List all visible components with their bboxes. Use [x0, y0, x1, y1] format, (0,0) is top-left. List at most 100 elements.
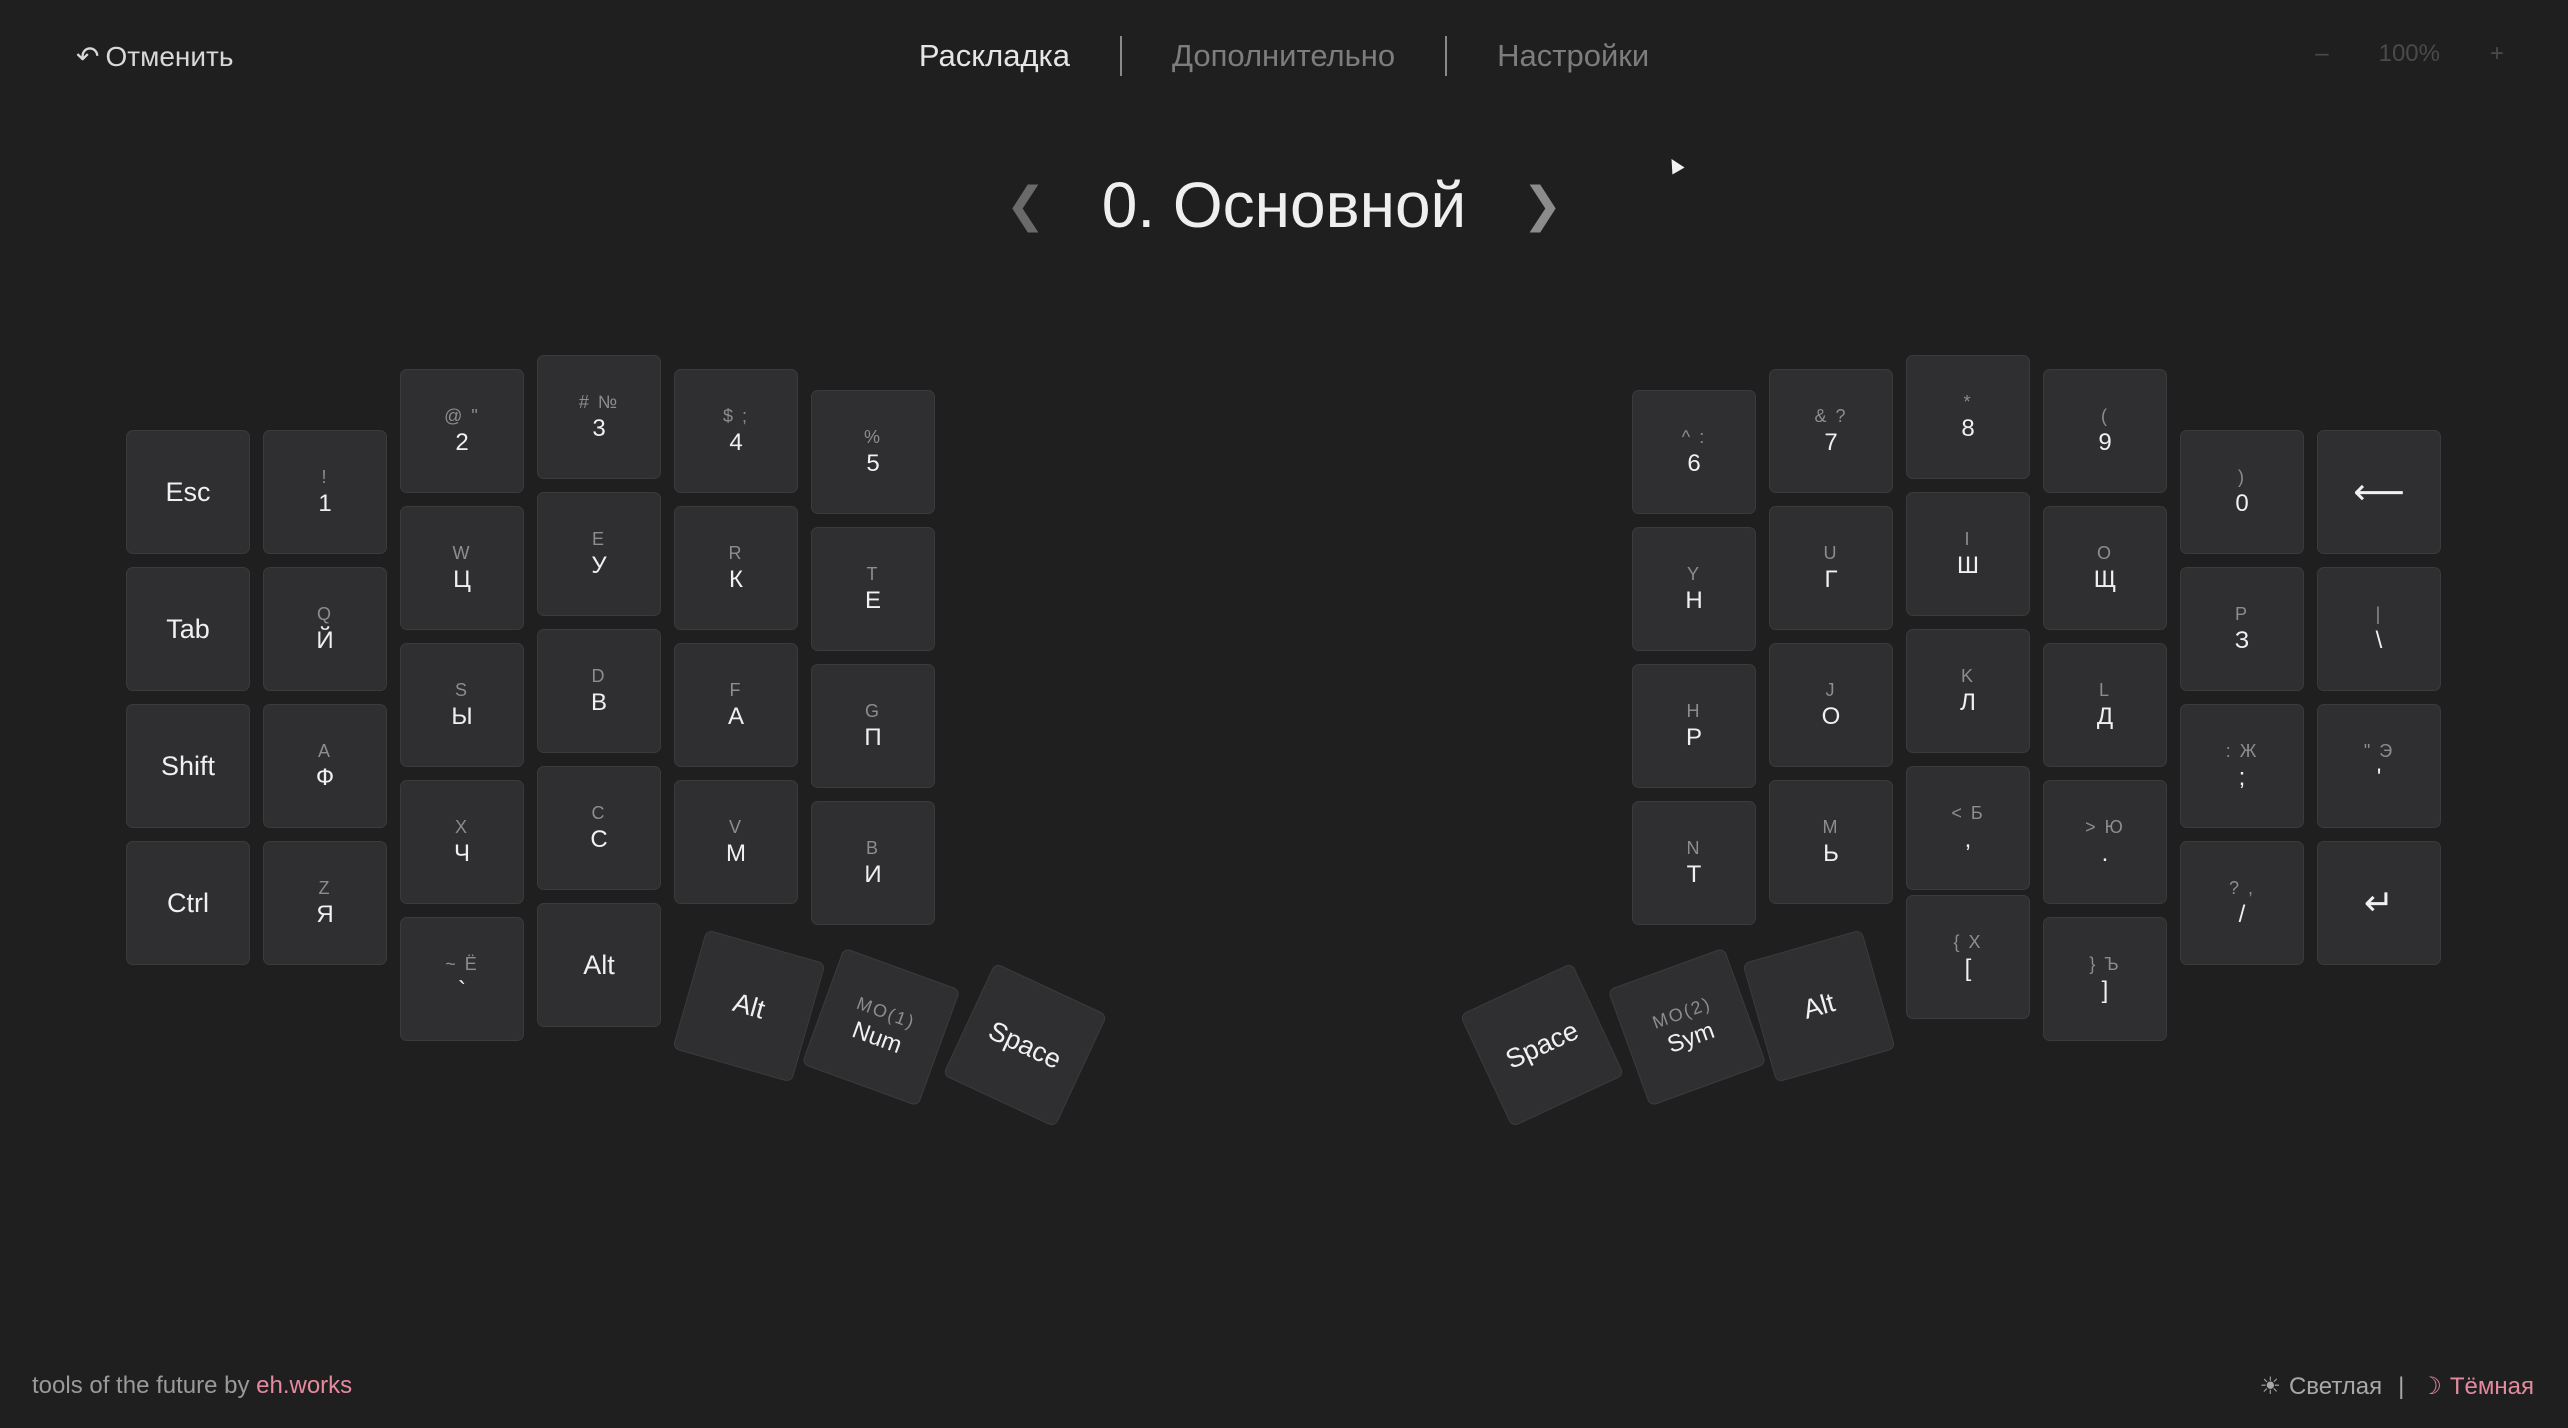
next-layer-arrow-icon[interactable]: ❯: [1466, 177, 1618, 233]
key-a[interactable]: AФ: [263, 704, 387, 828]
key-primary: С: [590, 826, 608, 853]
key-esc[interactable]: Esc: [126, 430, 250, 554]
key-secondary: !: [321, 467, 329, 487]
key-sym-layer[interactable]: MO(2) Sym: [1607, 947, 1767, 1107]
key-t[interactable]: TЕ: [811, 527, 935, 651]
key-secondary: D: [591, 666, 607, 686]
key-0[interactable]: ) 0: [2180, 430, 2304, 554]
key-m[interactable]: MЬ: [1769, 780, 1893, 904]
prev-layer-arrow-icon[interactable]: ❮: [950, 177, 1102, 233]
theme-light-option[interactable]: ☀ Светлая: [2259, 1372, 2382, 1401]
key-secondary: B: [865, 838, 880, 858]
key-quote[interactable]: " Э ': [2317, 704, 2441, 828]
key-b[interactable]: BИ: [811, 801, 935, 925]
key-secondary: O: [2096, 543, 2113, 563]
key-secondary: Y: [1686, 564, 1701, 584]
key-left-bracket[interactable]: { Х [: [1906, 895, 2030, 1019]
key-r[interactable]: RК: [674, 506, 798, 630]
key-alt-left-inner[interactable]: Alt: [537, 903, 661, 1027]
key-g[interactable]: GП: [811, 664, 935, 788]
tab-layout[interactable]: Раскладка: [869, 38, 1120, 74]
key-grave[interactable]: ~ Ё `: [400, 917, 524, 1041]
key-alt-right-thumb[interactable]: Alt: [1742, 929, 1896, 1083]
key-dot[interactable]: > Ю.: [2043, 780, 2167, 904]
key-s[interactable]: SЫ: [400, 643, 524, 767]
key-p[interactable]: PЗ: [2180, 567, 2304, 691]
key-y[interactable]: YН: [1632, 527, 1756, 651]
key-v[interactable]: VМ: [674, 780, 798, 904]
key-secondary: X: [454, 817, 469, 837]
key-2[interactable]: @ " 2: [400, 369, 524, 493]
tab-settings[interactable]: Настройки: [1447, 38, 1699, 74]
key-k[interactable]: KЛ: [1906, 629, 2030, 753]
key-primary: П: [864, 724, 882, 751]
key-right-bracket[interactable]: } Ъ]: [2043, 917, 2167, 1041]
key-primary: Tab: [166, 614, 210, 644]
zoom-control: – 100% +: [2315, 40, 2504, 68]
key-f[interactable]: FА: [674, 643, 798, 767]
key-primary: 4: [729, 429, 743, 456]
key-secondary: K: [1960, 666, 1975, 686]
key-3[interactable]: # № 3: [537, 355, 661, 479]
key-9[interactable]: (9: [2043, 369, 2167, 493]
key-c[interactable]: CС: [537, 766, 661, 890]
theme-dark-option[interactable]: ☽ Тёмная: [2420, 1372, 2534, 1401]
key-j[interactable]: JО: [1769, 643, 1893, 767]
key-secondary: F: [729, 680, 743, 700]
theme-divider: |: [2398, 1372, 2405, 1400]
key-primary: 5: [866, 450, 880, 477]
key-6[interactable]: ^ : 6: [1632, 390, 1756, 514]
key-primary: Ctrl: [167, 888, 209, 918]
key-primary: Ф: [315, 764, 335, 791]
key-secondary: : Ж: [2225, 741, 2259, 761]
key-semicolon[interactable]: : Ж;: [2180, 704, 2304, 828]
key-secondary: Z: [318, 878, 332, 898]
key-1[interactable]: ! 1: [263, 430, 387, 554]
key-primary: Ч: [454, 840, 470, 867]
key-primary: Space: [983, 1015, 1067, 1075]
key-space-right[interactable]: Space: [1459, 962, 1625, 1128]
key-primary: 6: [1687, 450, 1701, 477]
key-secondary: # №: [578, 392, 620, 412]
eh-works-link[interactable]: eh.works: [256, 1372, 352, 1399]
key-8[interactable]: * 8: [1906, 355, 2030, 479]
key-secondary: ? ,: [2228, 878, 2255, 898]
key-u[interactable]: UГ: [1769, 506, 1893, 630]
key-z[interactable]: ZЯ: [263, 841, 387, 965]
key-secondary: L: [2098, 680, 2111, 700]
zoom-in-button[interactable]: +: [2490, 40, 2504, 68]
key-h[interactable]: HР: [1632, 664, 1756, 788]
key-ctrl[interactable]: Ctrl: [126, 841, 250, 965]
key-x[interactable]: XЧ: [400, 780, 524, 904]
zoom-out-button[interactable]: –: [2315, 40, 2328, 68]
key-5[interactable]: % 5: [811, 390, 935, 514]
key-secondary: J: [1825, 680, 1837, 700]
key-secondary: { Х: [1953, 932, 1983, 952]
key-space-left[interactable]: Space: [942, 962, 1108, 1128]
key-d[interactable]: DВ: [537, 629, 661, 753]
key-primary: И: [864, 861, 882, 888]
key-tab[interactable]: Tab: [126, 567, 250, 691]
layer-selector: ❮ 0. Основной ❯: [0, 168, 2568, 242]
key-4[interactable]: $ ; 4: [674, 369, 798, 493]
key-i[interactable]: IШ: [1906, 492, 2030, 616]
key-n[interactable]: NТ: [1632, 801, 1756, 925]
key-7[interactable]: & ? 7: [1769, 369, 1893, 493]
key-e[interactable]: EУ: [537, 492, 661, 616]
key-o[interactable]: OЩ: [2043, 506, 2167, 630]
key-shift[interactable]: Shift: [126, 704, 250, 828]
tab-advanced[interactable]: Дополнительно: [1122, 38, 1445, 74]
key-slash[interactable]: ? , /: [2180, 841, 2304, 965]
key-q[interactable]: QЙ: [263, 567, 387, 691]
key-backslash[interactable]: | \: [2317, 567, 2441, 691]
key-primary: У: [591, 552, 607, 579]
key-num-layer[interactable]: MO(1) Num: [801, 947, 961, 1107]
footer-credit-text: tools of the future by: [32, 1372, 257, 1399]
key-l[interactable]: LД: [2043, 643, 2167, 767]
key-backspace[interactable]: ⟵: [2317, 430, 2441, 554]
key-primary: ]: [2101, 977, 2109, 1004]
key-comma[interactable]: < Б,: [1906, 766, 2030, 890]
key-secondary: T: [866, 564, 880, 584]
key-enter[interactable]: ↵: [2317, 841, 2441, 965]
key-w[interactable]: WЦ: [400, 506, 524, 630]
